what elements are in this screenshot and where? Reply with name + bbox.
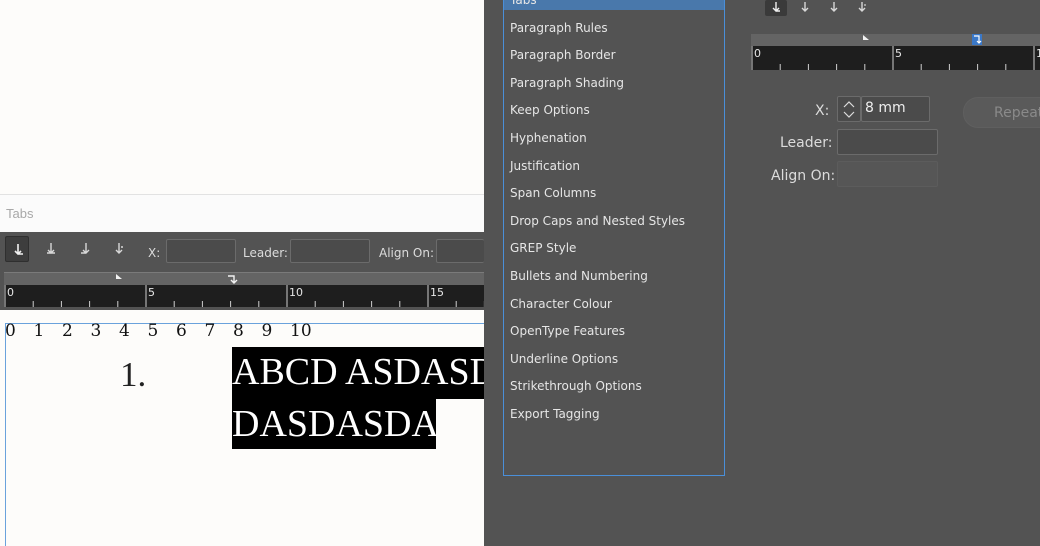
repeat-tab-button[interactable]: Repeat <box>963 97 1040 128</box>
tab-ruler[interactable]: 0 5 10 15 <box>0 272 484 310</box>
ruler-tick-label: 5 <box>148 286 155 299</box>
selected-text-line-2[interactable]: DASDASDA <box>232 399 436 449</box>
x-stepper[interactable] <box>837 96 861 122</box>
dialog-decimal-tab-button[interactable] <box>851 0 873 16</box>
document-ruler-number: 7 <box>204 321 216 341</box>
category-item[interactable]: GREP Style <box>510 241 576 255</box>
document-ruler-number: 3 <box>90 321 102 341</box>
left-tab-icon <box>772 2 780 12</box>
decimal-tab-icon <box>115 243 123 254</box>
center-tab-icon <box>47 243 55 254</box>
left-justified-tab-button[interactable] <box>5 236 29 262</box>
category-item[interactable]: Paragraph Rules <box>510 21 608 35</box>
document-ruler-number: 4 <box>119 321 130 341</box>
paragraph-style-options-dialog: Tabs Paragraph Rules Paragraph Border Parag… <box>484 0 1040 546</box>
category-item[interactable]: OpenType Features <box>510 324 625 338</box>
category-item[interactable]: Keep Options <box>510 103 590 117</box>
leader-field[interactable] <box>290 239 370 263</box>
dialog-left-tab-button[interactable] <box>765 0 787 16</box>
document-ruler-number: 8 <box>233 321 244 341</box>
category-list[interactable]: Tabs Paragraph Rules Paragraph Border Parag… <box>503 0 725 476</box>
right-tab-icon <box>81 243 90 254</box>
tabs-panel: Tabs X: Leader: Align On: 0 5 10 15 <box>0 194 484 314</box>
ruler-tick-label: 0 <box>7 286 14 299</box>
dialog-center-tab-button[interactable] <box>794 0 816 16</box>
tab-ruler-scale: 0 5 10 15 <box>4 285 484 307</box>
dialog-tab-ruler-scale: 0 5 1 <box>751 46 1040 70</box>
category-item[interactable]: Character Colour <box>510 297 612 311</box>
dialog-tab-buttons <box>751 0 1040 30</box>
document-ruler-number: 5 <box>147 321 159 341</box>
ruler-tick-label: 1 <box>1036 47 1040 60</box>
tab-ruler-track[interactable] <box>4 272 484 285</box>
selected-text-line-1[interactable]: ABCD ASDASD <box>232 347 484 399</box>
dialog-x-position-field[interactable]: 8 mm <box>861 96 930 122</box>
document-ruler-number: 2 <box>62 321 73 341</box>
indent-marker[interactable] <box>116 274 122 279</box>
category-item[interactable]: Drop Caps and Nested Styles <box>510 214 685 228</box>
dialog-align-on-label: Align On: <box>771 168 836 184</box>
dialog-leader-field[interactable] <box>837 129 938 155</box>
ruler-tick-label: 0 <box>754 47 761 60</box>
category-item[interactable]: Span Columns <box>510 186 596 200</box>
category-item[interactable]: Hyphenation <box>510 131 587 145</box>
list-number: 1. <box>120 355 147 394</box>
category-item[interactable]: Export Tagging <box>510 407 600 421</box>
document-ruler-numbers: 0 1 2 3 4 5 6 7 8 9 10 <box>5 321 319 341</box>
document-ruler-number: 10 <box>290 321 312 341</box>
dialog-right-tab-button[interactable] <box>823 0 845 16</box>
right-tab-icon <box>830 2 838 12</box>
category-selected-highlight <box>504 0 724 10</box>
dialog-indent-marker[interactable] <box>863 35 869 40</box>
document-ruler-number: 6 <box>176 321 187 341</box>
document-ruler-number: 1 <box>33 321 45 341</box>
category-item[interactable]: Strikethrough Options <box>510 379 642 393</box>
ruler-tick-label: 5 <box>895 47 902 60</box>
align-on-field[interactable] <box>436 239 484 263</box>
x-label: X: <box>148 246 161 260</box>
tabs-toolbar: X: Leader: Align On: <box>0 232 484 272</box>
category-item[interactable]: Underline Options <box>510 352 618 366</box>
dialog-tab-ruler[interactable]: 0 5 1 <box>751 32 1040 72</box>
category-item[interactable]: Justification <box>510 159 580 173</box>
category-item[interactable]: Tabs <box>510 0 537 7</box>
left-tab-icon <box>14 244 23 256</box>
category-item[interactable]: Paragraph Border <box>510 48 616 62</box>
center-tab-icon <box>801 2 809 12</box>
right-justified-tab-button[interactable] <box>74 236 98 262</box>
ruler-tick-label: 10 <box>289 286 303 299</box>
dialog-tab-ruler-track[interactable] <box>751 34 1040 46</box>
dialog-x-label: X: <box>815 103 830 119</box>
leader-label: Leader: <box>243 246 288 260</box>
tabs-panel-title: Tabs <box>6 206 34 221</box>
dialog-leader-label: Leader: <box>780 135 833 151</box>
tabs-panel-titlebar[interactable]: Tabs <box>0 194 484 232</box>
x-position-field[interactable] <box>166 239 236 263</box>
document-ruler-number: 9 <box>261 321 273 341</box>
category-item[interactable]: Paragraph Shading <box>510 76 624 90</box>
align-to-decimal-tab-button[interactable] <box>107 236 131 262</box>
document-canvas <box>0 0 484 196</box>
center-justified-tab-button[interactable] <box>39 236 63 262</box>
ruler-tick-label: 15 <box>430 286 444 299</box>
document-ruler-number: 0 <box>5 321 16 341</box>
decimal-tab-icon <box>858 2 866 12</box>
tab-stop-marker[interactable] <box>228 275 238 284</box>
category-item[interactable]: Bullets and Numbering <box>510 269 648 283</box>
align-on-label: Align On: <box>379 246 435 260</box>
stepper-arrows-icon <box>843 101 855 118</box>
dialog-align-on-field <box>837 161 938 187</box>
